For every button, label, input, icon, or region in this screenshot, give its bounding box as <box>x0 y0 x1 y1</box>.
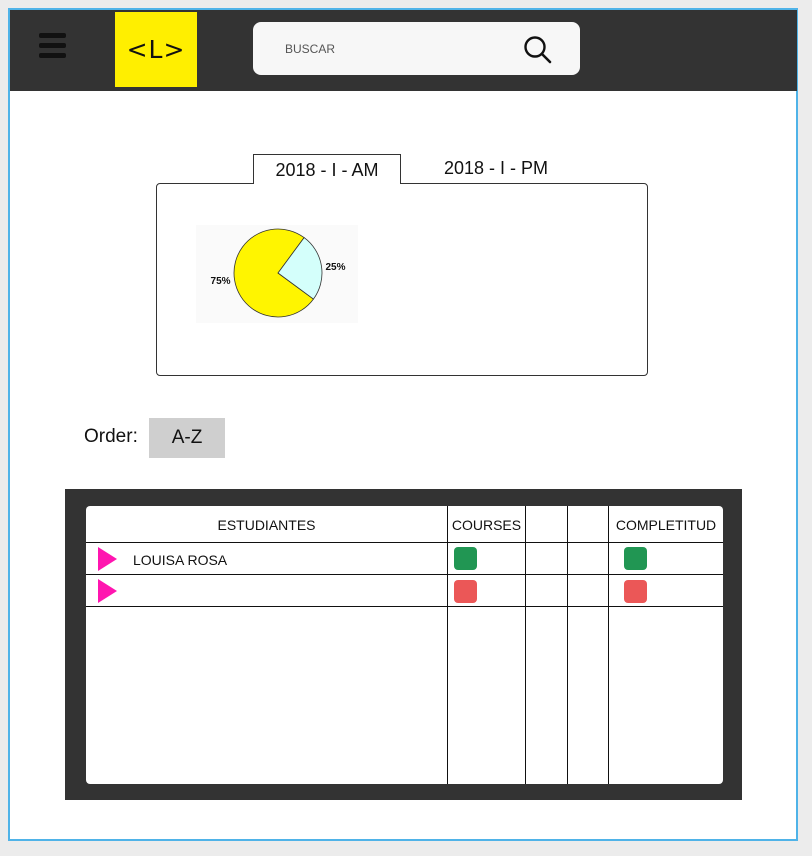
column-header-completitud[interactable]: COMPLETITUD <box>609 517 723 533</box>
column-divider <box>608 506 609 784</box>
pie-chart-area: 75% 25% <box>196 225 358 323</box>
order-label: Order: <box>84 426 138 447</box>
column-divider <box>525 506 526 784</box>
completitud-status-indicator <box>624 580 647 603</box>
search-box[interactable] <box>253 22 580 75</box>
search-input[interactable] <box>283 36 517 62</box>
logo-text: <L> <box>126 35 186 64</box>
column-header-estudiantes[interactable]: ESTUDIANTES <box>86 517 447 533</box>
row-divider <box>86 574 723 575</box>
magnifier-icon[interactable] <box>523 35 553 65</box>
column-divider <box>447 506 448 784</box>
pie-label-75: 75% <box>211 276 231 287</box>
expand-row-arrow-icon[interactable] <box>98 579 117 603</box>
courses-status-indicator <box>454 580 477 603</box>
tab-2018-i-pm[interactable]: 2018 - I - PM <box>432 156 560 180</box>
completitud-status-indicator <box>624 547 647 570</box>
student-name: LOUISA ROSA <box>133 552 228 568</box>
column-header-courses[interactable]: COURSES <box>448 517 525 533</box>
pie-label-25: 25% <box>325 262 345 273</box>
courses-status-indicator <box>454 547 477 570</box>
hamburger-icon[interactable] <box>39 33 66 59</box>
order-sort-button[interactable]: A-Z <box>149 418 225 458</box>
column-divider <box>567 506 568 784</box>
row-divider <box>86 606 723 607</box>
tab-2018-i-am[interactable]: 2018 - I - AM <box>253 154 401 184</box>
expand-row-arrow-icon[interactable] <box>98 547 117 571</box>
row-divider <box>86 542 723 543</box>
pie-chart: 75% 25% <box>211 228 346 318</box>
logo[interactable]: <L> <box>115 12 197 87</box>
